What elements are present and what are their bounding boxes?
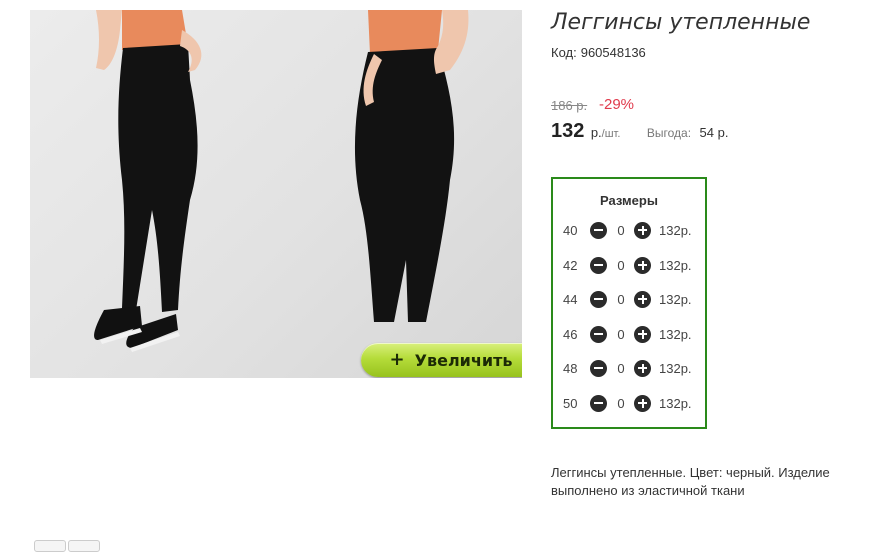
- decrease-quantity-button[interactable]: [590, 256, 607, 274]
- decrease-quantity-button[interactable]: [590, 394, 607, 412]
- zoom-button-label: Увеличить: [414, 350, 513, 370]
- increase-quantity-button[interactable]: [634, 325, 651, 343]
- product-image[interactable]: + Увеличить: [30, 10, 522, 378]
- size-price: 132р.: [659, 257, 692, 273]
- size-label: 46: [563, 326, 578, 342]
- size-label: 40: [563, 222, 578, 238]
- plus-icon: +: [389, 349, 405, 370]
- size-price: 132р.: [659, 360, 692, 376]
- increase-quantity-button[interactable]: [634, 256, 651, 274]
- decrease-quantity-button[interactable]: [590, 290, 607, 308]
- product-code-value: 960548136: [580, 45, 646, 60]
- price-unit-suffix: /шт.: [601, 128, 621, 140]
- product-photo-illustration: [94, 10, 469, 352]
- price-currency: р.: [590, 125, 602, 140]
- discount-badge: -29%: [599, 96, 635, 113]
- current-price: 132: [551, 120, 585, 142]
- size-label: 50: [563, 395, 578, 411]
- quantity-value: 0: [617, 257, 625, 273]
- sizes-panel: Размеры 40 0 132р. 42 0 132р. 44 0 132р.…: [551, 177, 707, 429]
- benefit-value: 54 р.: [699, 125, 729, 140]
- decrease-quantity-button[interactable]: [590, 221, 607, 239]
- thumbnail[interactable]: [68, 540, 100, 552]
- increase-quantity-button[interactable]: [634, 290, 651, 308]
- product-code: Код: 960548136: [551, 45, 646, 60]
- size-label: 44: [563, 291, 578, 307]
- quantity-value: 0: [617, 395, 625, 411]
- decrease-quantity-button[interactable]: [590, 359, 607, 377]
- quantity-value: 0: [617, 360, 625, 376]
- price-unit: р./шт.: [591, 125, 621, 140]
- increase-quantity-button[interactable]: [634, 394, 651, 412]
- sizes-title: Размеры: [600, 193, 658, 208]
- size-price: 132р.: [659, 395, 692, 411]
- size-label: 42: [563, 257, 578, 273]
- thumbnail[interactable]: [34, 540, 66, 552]
- decrease-quantity-button[interactable]: [590, 325, 607, 343]
- product-code-label: Код:: [551, 45, 577, 60]
- quantity-value: 0: [617, 326, 625, 342]
- quantity-value: 0: [617, 291, 625, 307]
- price-row: 132 р./шт. Выгода: 54 р.: [551, 120, 728, 143]
- size-price: 132р.: [659, 326, 692, 342]
- product-title: Леггинсы утепленные: [551, 10, 811, 35]
- benefit-label: Выгода:: [646, 126, 692, 140]
- quantity-value: 0: [617, 222, 625, 238]
- increase-quantity-button[interactable]: [634, 359, 651, 377]
- size-label: 48: [563, 360, 578, 376]
- increase-quantity-button[interactable]: [634, 221, 651, 239]
- old-price: 186 р.: [551, 98, 588, 113]
- size-price: 132р.: [659, 222, 692, 238]
- zoom-button[interactable]: + Увеличить: [361, 343, 522, 377]
- size-price: 132р.: [659, 291, 692, 307]
- product-description: Леггинсы утепленные. Цвет: черный. Издел…: [551, 465, 830, 498]
